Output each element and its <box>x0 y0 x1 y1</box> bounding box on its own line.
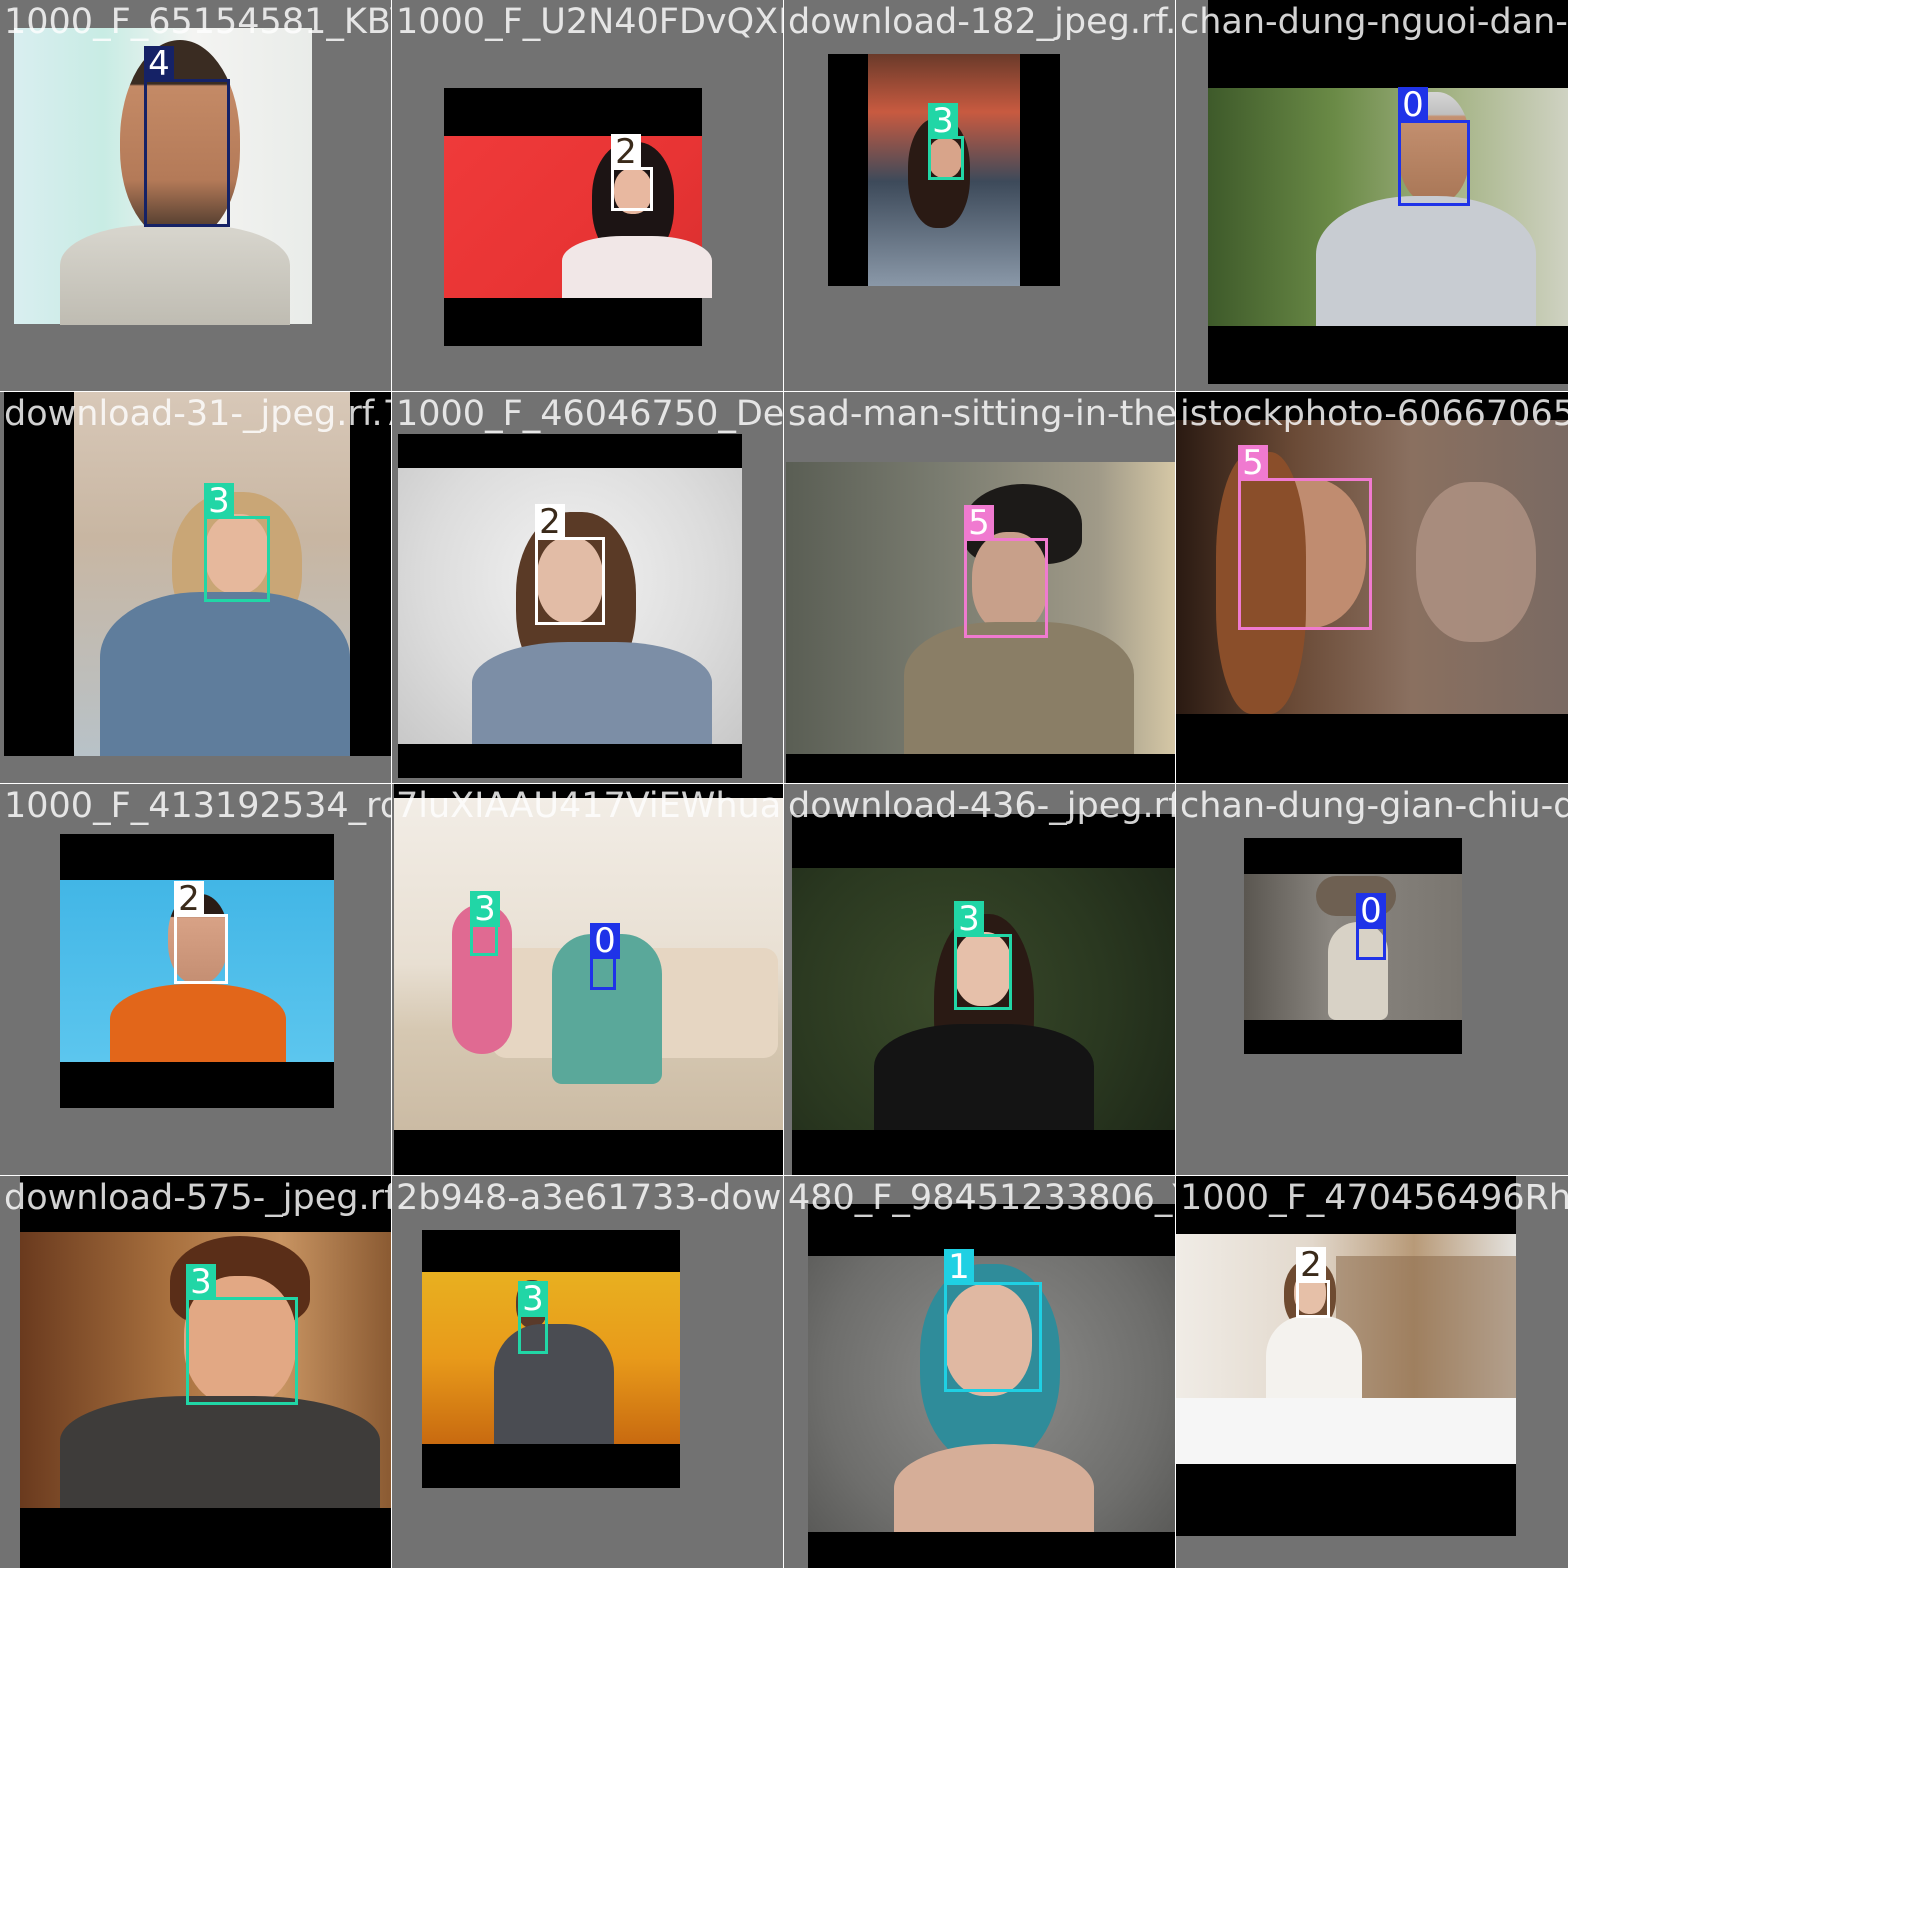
bbox-label: 3 <box>928 103 958 139</box>
bbox-label: 3 <box>518 1281 548 1317</box>
bbox-label: 4 <box>144 46 174 82</box>
bbox-class-3: 3 <box>518 1281 548 1354</box>
tile-caption: 480_F_98451233806_YMiLIVn <box>788 1178 1176 1218</box>
image-tile-7: 5 sad-man-sitting-in-the-room_istockphot… <box>783 391 1177 785</box>
bbox-label: 2 <box>1296 1247 1326 1283</box>
tile-caption: istockphoto-606670658-612 <box>1180 394 1568 434</box>
sweater-shape <box>110 984 286 1062</box>
image-tile-6: 2 1000_F_46046750_DecV8k32MYUKsHiTEKgdiP… <box>391 391 785 785</box>
bbox-label: 5 <box>964 505 994 541</box>
bbox-label: 0 <box>1356 893 1386 929</box>
jacket-shape <box>100 592 350 756</box>
bbox-class-5: 5 <box>964 505 1048 638</box>
bbox-class-2: 2 <box>535 504 605 625</box>
tile-caption: chan-dung-gian-chiu-dung- <box>1180 786 1568 826</box>
bbox-label: 1 <box>944 1249 974 1285</box>
shirt-shape <box>60 225 290 325</box>
image-tile-14: 3 2b948-a3e61733-download-61-_jpeg.rf.10… <box>391 1175 785 1569</box>
image-tile-4: 0 chan-dung-nguoi-dan-o <box>1175 0 1569 393</box>
image-tile-5: 3 download-31-_jpeg.rf.77e77d243b6f46b46… <box>0 391 393 785</box>
bbox-label: 3 <box>186 1264 216 1300</box>
bbox-label: 2 <box>174 881 204 917</box>
bbox-label: 0 <box>590 923 620 959</box>
bbox-class-3: 3 <box>954 901 1012 1010</box>
image-tile-16: 2 1000_F_470456496RhhRHG <box>1175 1175 1569 1569</box>
image-tile-1: 4 1000_F_65154581_KBVqw6Fmmgz <box>0 0 393 393</box>
bbox-class-3: 3 <box>470 891 500 956</box>
bbox-label: 3 <box>470 891 500 927</box>
bbox-label: 2 <box>535 504 565 540</box>
image-tile-13: 3 download-575-_jpeg.rf.8971 <box>0 1175 393 1569</box>
bbox-label: 3 <box>954 901 984 937</box>
shelf-shape <box>1336 1256 1516 1416</box>
shirt-shape <box>1316 196 1536 326</box>
bbox-class-3: 3 <box>928 103 964 180</box>
shirt-shape <box>562 236 712 298</box>
image-tile-10: 3 0 7luXIAAU417ViEWhuang-lam-download-43… <box>391 783 785 1177</box>
tile-caption: download-575-_jpeg.rf.8971 <box>4 1178 392 1218</box>
tile-caption: download-436-_jpeg.rf.f4a5cb6-3fac <box>788 786 1176 826</box>
image-tile-8: 5 istockphoto-606670658-612 <box>1175 391 1569 785</box>
detection-mosaic: 4 1000_F_65154581_KBVqw6Fmmgz 2 1000_F_U… <box>0 0 1920 1920</box>
bbox-class-2: 2 <box>174 881 228 984</box>
bbox-class-1: 1 <box>944 1249 1042 1392</box>
bbox-class-3: 3 <box>204 483 270 602</box>
bbox-class-0: 0 <box>1356 893 1386 960</box>
bbox-class-0: 0 <box>1398 87 1470 206</box>
image-tile-2: 2 1000_F_U2N40FDvQXDwFPbdwdBaT462y_jpegw… <box>391 0 785 393</box>
bbox-class-5: 5 <box>1238 445 1372 630</box>
table-shape <box>1176 1398 1516 1464</box>
bbox-class-2: 2 <box>611 134 653 211</box>
tile-caption: download-182_jpeg.rf.1P93cb3bdf8d5e <box>788 2 1176 42</box>
tile-caption: 2b948-a3e61733-download-61-_jpeg.rf.106f… <box>396 1178 784 1218</box>
image-tile-11: 3 download-436-_jpeg.rf.f4a5cb6-3fac <box>783 783 1177 1177</box>
tile-caption: download-31-_jpeg.rf.77e77d243b6f46b4675… <box>4 394 392 434</box>
tile-caption: 1000_F_470456496RhhRHG <box>1180 1178 1568 1218</box>
shirt-shape <box>472 642 712 744</box>
shirt-shape <box>904 622 1134 754</box>
bbox-label: 5 <box>1238 445 1268 481</box>
image-tile-12: 0 chan-dung-gian-chiu-dung- <box>1175 783 1569 1177</box>
coat-shape <box>494 1324 614 1444</box>
bbox-label: 2 <box>611 134 641 170</box>
shirt-shape <box>60 1396 380 1508</box>
shirt-shape <box>874 1024 1094 1130</box>
face-shape-2 <box>1416 482 1536 642</box>
tile-caption: 1000_F_46046750_DecV8k32MYUKsHiTEKgdiPiW… <box>396 394 784 434</box>
shoulder-shape <box>894 1444 1094 1532</box>
bbox-class-4: 4 <box>144 46 230 227</box>
image-tile-3: 3 download-182_jpeg.rf.1P93cb3bdf8d5e <box>783 0 1177 393</box>
tile-caption: 7luXIAAU417ViEWhuang-lam-download-436-_j… <box>396 786 784 826</box>
bbox-label: 0 <box>1398 87 1428 123</box>
tile-caption: 1000_F_U2N40FDvQXDwFPbdwdBaT462y_jpegwuP… <box>396 2 784 42</box>
bbox-class-3: 3 <box>186 1264 298 1405</box>
bbox-class-2: 2 <box>1296 1247 1330 1318</box>
bbox-label: 3 <box>204 483 234 519</box>
image-tile-9: 2 1000_F_413192534_rdGgg4 <box>0 783 393 1177</box>
tile-caption: 1000_F_413192534_rdGgg4 <box>4 786 392 826</box>
tile-caption: chan-dung-nguoi-dan-o <box>1180 2 1568 42</box>
bbox-class-0: 0 <box>590 923 620 990</box>
tile-caption: sad-man-sitting-in-the-room_istockphoto <box>788 394 1176 434</box>
tile-caption: 1000_F_65154581_KBVqw6Fmmgz <box>4 2 392 42</box>
image-tile-15: 1 480_F_98451233806_YMiLIVn <box>783 1175 1177 1569</box>
